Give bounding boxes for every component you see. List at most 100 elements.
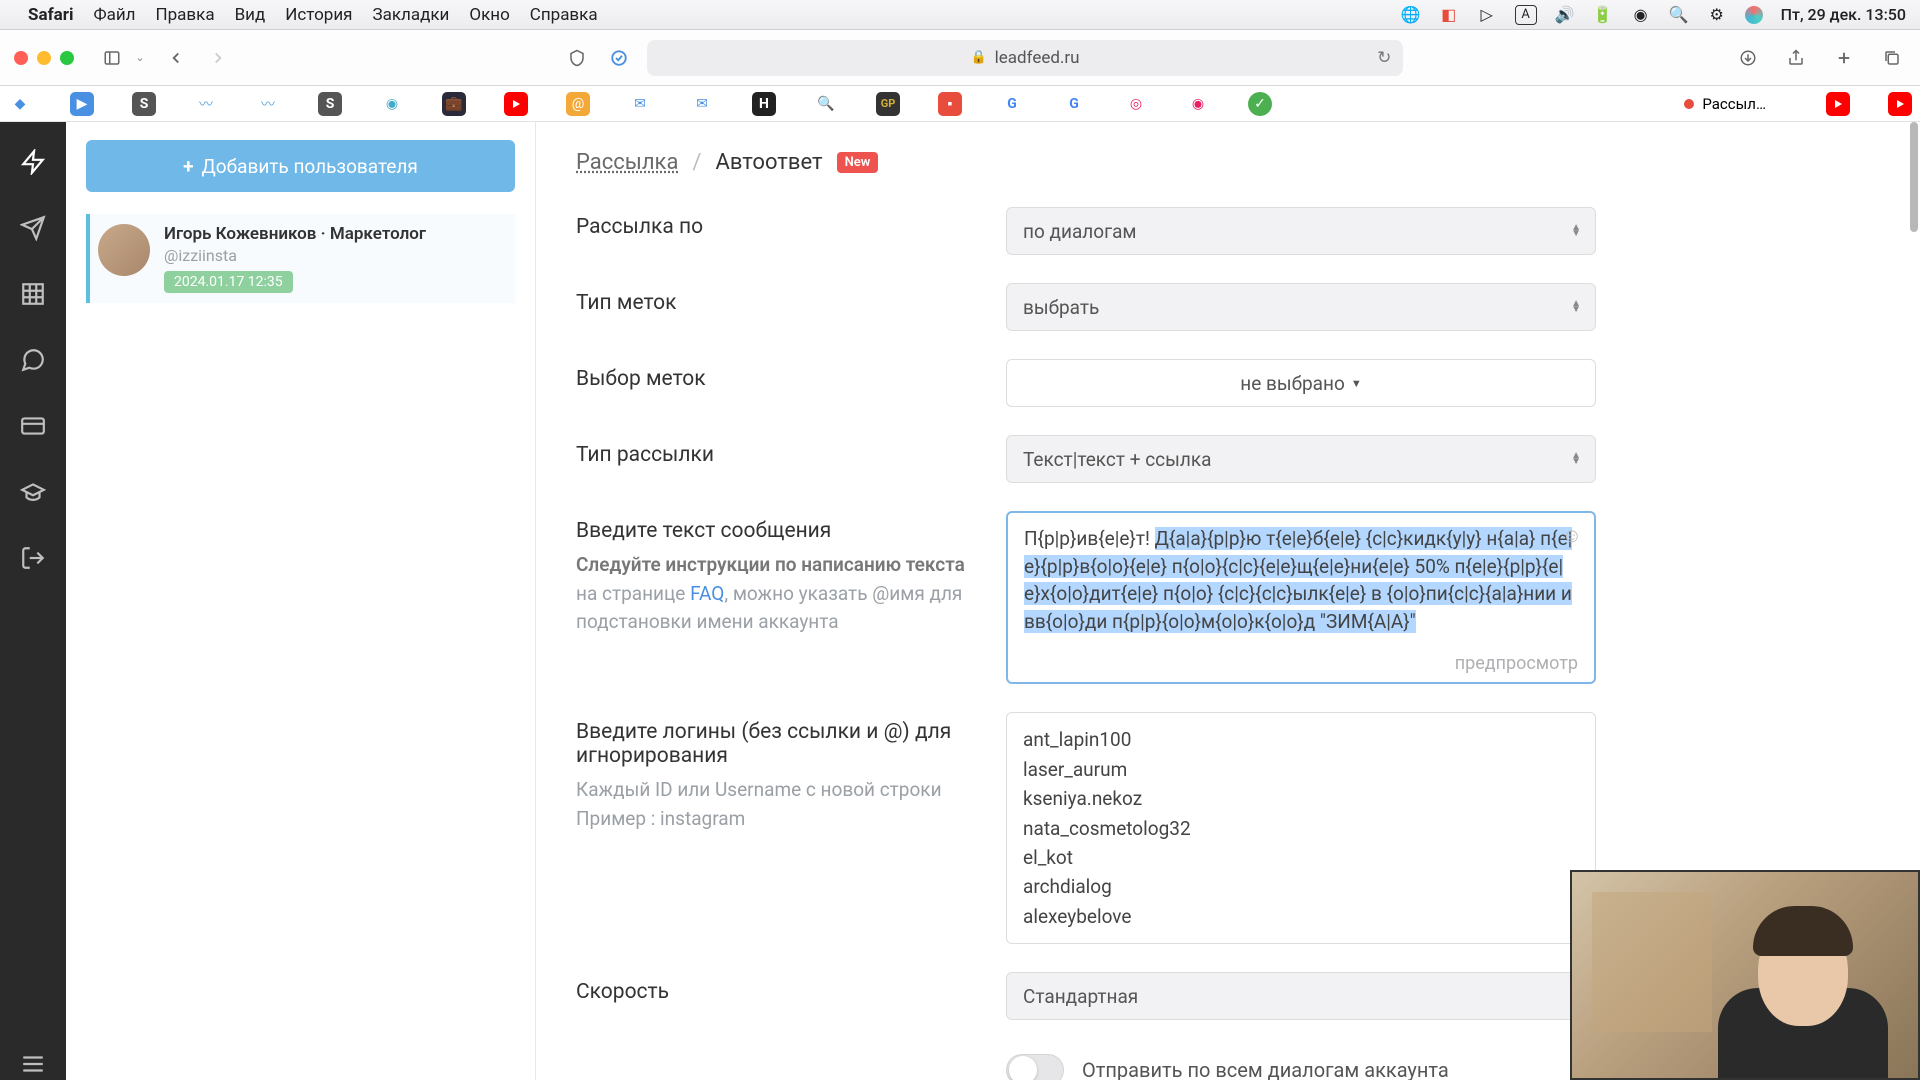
hint-bold: Следуйте инструкции по написанию текста [576,553,965,576]
fav-icon[interactable]: 〰 [256,92,280,116]
volume-icon[interactable]: 🔊 [1555,5,1575,25]
fav-icon[interactable]: @ [566,92,590,116]
menu-history[interactable]: История [285,5,352,25]
scrollbar[interactable] [1910,122,1918,232]
back-button[interactable] [162,44,190,72]
fav-icon[interactable]: ✓ [1248,92,1272,116]
fav-icon[interactable]: ◉ [380,92,404,116]
downloads-icon[interactable] [1734,44,1762,72]
fav-icon[interactable]: S [132,92,156,116]
fav-icon[interactable]: ✉ [690,92,714,116]
sidebar-toggle-icon[interactable] [98,44,126,72]
menu-window[interactable]: Окно [469,5,509,25]
tabs-overview-icon[interactable] [1878,44,1906,72]
rail-menu-icon[interactable] [17,1048,49,1080]
breadcrumb-root[interactable]: Рассылка [576,150,678,175]
mac-menubar: Safari Файл Правка Вид История Закладки … [0,0,1920,30]
minimize-window-icon[interactable] [37,51,51,65]
avatar [98,224,150,276]
select-value: по диалогам [1023,220,1137,243]
search-icon[interactable]: 🔍 [1669,5,1689,25]
message-textarea[interactable]: ☺ П{р|р}ив{е|е}т! Д{а|а}{р|р}ю т{е|е}б{е… [1006,511,1596,684]
rail-bolt-icon[interactable] [17,146,49,178]
menu-help[interactable]: Справка [530,5,598,25]
fav-youtube-icon[interactable] [1888,92,1912,116]
fav-youtube-icon[interactable] [504,92,528,116]
rail-logout-icon[interactable] [17,542,49,574]
menu-bookmarks[interactable]: Закладки [373,5,450,25]
fav-icon[interactable]: 〰 [194,92,218,116]
globe-icon[interactable]: 🌐 [1401,5,1421,25]
address-bar[interactable]: 🔒 leadfeed.ru ↻ [647,40,1404,76]
forward-button[interactable] [204,44,232,72]
menu-file[interactable]: Файл [93,5,135,25]
fav-icon[interactable]: GP [876,92,900,116]
login-line: ant_lapin100 [1023,725,1579,754]
label-speed: Скорость [576,972,976,1004]
fav-icon[interactable]: ✉ [628,92,652,116]
notification-icon[interactable]: ◧ [1439,5,1459,25]
fav-icon[interactable]: ▪ [938,92,962,116]
battery-icon[interactable]: 🔋 [1593,5,1613,25]
menu-edit[interactable]: Правка [156,5,215,25]
fav-icon[interactable]: S [318,92,342,116]
rail-send-icon[interactable] [17,212,49,244]
breadcrumb: Рассылка / Автоответ New [576,150,1880,175]
close-window-icon[interactable] [14,51,28,65]
wifi-icon[interactable]: ◉ [1631,5,1651,25]
new-tab-icon[interactable] [1830,44,1858,72]
fav-icon[interactable]: 🔍 [814,92,838,116]
fav-youtube-icon[interactable] [1826,92,1850,116]
select-send-type[interactable]: Текст|текст + ссылка ▲▼ [1006,435,1596,483]
clock[interactable]: Пт, 29 дек. 13:50 [1781,5,1906,24]
emoji-picker-icon[interactable]: ☺ [1562,523,1582,548]
select-speed[interactable]: Стандартная [1006,972,1596,1020]
browser-toolbar: ⌄ 🔒 leadfeed.ru ↻ [0,30,1920,86]
fav-icon[interactable]: ▶ [70,92,94,116]
rail-card-icon[interactable] [17,410,49,442]
chevron-down-icon[interactable]: ⌄ [132,44,148,72]
select-tag-pick[interactable]: не выбрано ▼ [1006,359,1596,407]
label-message: Введите текст сообщения Следуйте инструк… [576,511,976,637]
breadcrumb-current: Автоответ [716,150,823,175]
select-tag-type[interactable]: выбрать ▲▼ [1006,283,1596,331]
rail-chat-icon[interactable] [17,344,49,376]
fav-icon[interactable]: ◎ [1124,92,1148,116]
privacy-check-icon[interactable] [605,44,633,72]
rail-education-icon[interactable] [17,476,49,508]
play-icon[interactable]: ▷ [1477,5,1497,25]
share-icon[interactable] [1782,44,1810,72]
window-controls[interactable] [14,51,74,65]
reload-icon[interactable]: ↻ [1377,48,1391,68]
fav-icon[interactable]: G [1062,92,1086,116]
menu-view[interactable]: Вид [235,5,266,25]
new-badge: New [837,152,879,173]
app-name[interactable]: Safari [28,5,73,25]
user-card[interactable]: Игорь Кожевников · Маркетолог @izziinsta… [86,214,515,303]
active-tab[interactable]: Рассыл… [1672,91,1778,117]
shield-icon[interactable] [563,44,591,72]
add-user-button[interactable]: + Добавить пользователя [86,140,515,192]
tab-title: Рассыл… [1702,95,1766,113]
faq-link[interactable]: FAQ [690,582,724,605]
label-logins: Введите логины (без ссылки и @) для игно… [576,712,976,833]
select-value: не выбрано [1240,372,1345,395]
user-handle: @izziinsta [164,246,426,265]
fav-icon[interactable]: 💼 [442,92,466,116]
preview-link[interactable]: предпросмотр [1024,653,1578,674]
fav-icon[interactable]: H [752,92,776,116]
lock-icon: 🔒 [970,50,986,65]
login-line: el_kot [1023,843,1579,872]
rail-grid-icon[interactable] [17,278,49,310]
fav-icon[interactable]: ◆ [8,92,32,116]
input-source-icon[interactable]: А [1515,5,1537,25]
select-send-by[interactable]: по диалогам ▲▼ [1006,207,1596,255]
control-center-icon[interactable]: ⚙ [1707,5,1727,25]
send-all-dialogs-toggle[interactable] [1006,1054,1064,1080]
fav-icon[interactable]: ◉ [1186,92,1210,116]
siri-icon[interactable] [1745,6,1763,24]
logins-textarea[interactable]: ant_lapin100 laser_aurum kseniya.nekoz n… [1006,712,1596,944]
fav-icon[interactable]: G [1000,92,1024,116]
users-sidebar: + Добавить пользователя Игорь Кожевников… [66,122,536,1080]
maximize-window-icon[interactable] [60,51,74,65]
